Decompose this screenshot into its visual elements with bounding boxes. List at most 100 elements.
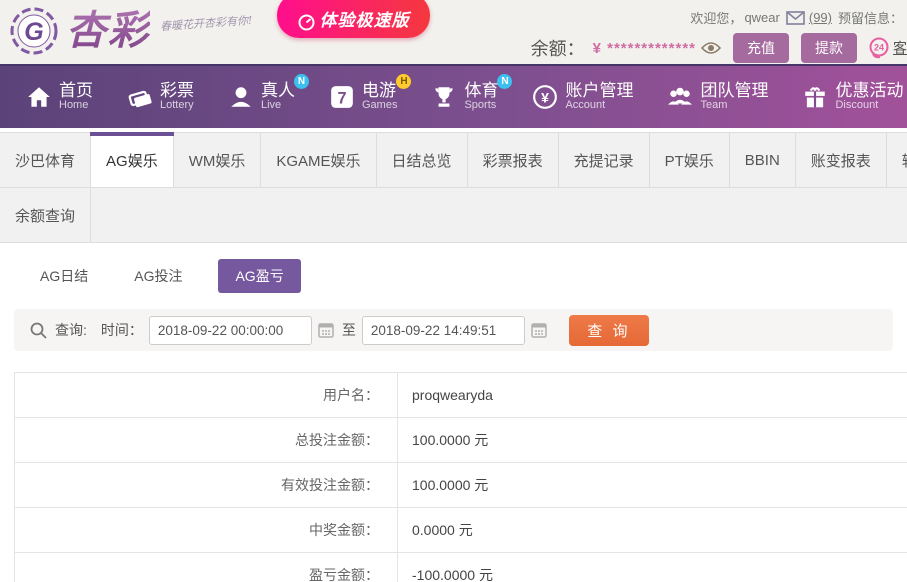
speed-version-badge[interactable]: 体验极速版 xyxy=(277,0,430,38)
nav-item-discount[interactable]: 优惠活动 Discount xyxy=(802,82,903,111)
nav-label-en: Live xyxy=(261,99,282,112)
query-bar: 查询: 时间： 至 查 询 xyxy=(14,309,893,351)
balance-line: 余额： ¥ ************* 充值 提款 24 客 xyxy=(531,33,907,63)
team-people-icon xyxy=(668,87,693,105)
nav-label-zh: 电游 xyxy=(362,81,396,101)
nav-label-en: Games xyxy=(362,99,398,112)
reserved-info-label[interactable]: 预留信息： xyxy=(838,8,903,27)
calendar-icon[interactable] xyxy=(318,322,334,338)
ag-subtabs: AG日结 AG投注 AG盈亏 xyxy=(30,259,907,293)
nav-label-en: Sports xyxy=(464,99,497,112)
table-row: 有效投注金额： 100.0000 元 xyxy=(15,463,907,508)
withdraw-button[interactable]: 提款 xyxy=(801,33,857,63)
nav-label-en: Team xyxy=(700,99,728,112)
profit-report-table: 用户名： proqwearyda 总投注金额： 100.0000 元 有效投注金… xyxy=(14,372,907,582)
row-label: 有效投注金额： xyxy=(15,463,398,507)
speedometer-icon xyxy=(298,14,314,31)
nav-item-home[interactable]: 首页 Home xyxy=(26,82,93,111)
nav-label-zh: 真人 xyxy=(261,81,295,101)
row-label: 用户名： xyxy=(15,373,398,417)
subtab-ag-daily[interactable]: AG日结 xyxy=(30,259,98,293)
svg-text:G: G xyxy=(24,18,43,46)
to-label: 至 xyxy=(341,322,356,338)
nav-item-account[interactable]: ¥ 账户管理 Account xyxy=(532,82,633,111)
welcome-text: 欢迎您， xyxy=(690,11,743,26)
logo-text: 杏彩 xyxy=(66,5,150,57)
logo-tagline: 春暖花开杏彩有你! xyxy=(159,13,253,34)
balance-label: 余额： xyxy=(530,39,585,59)
nav-label-en: Account xyxy=(565,99,606,112)
nav-item-games[interactable]: 7 电游 Games H xyxy=(329,74,412,112)
mail-count-link[interactable]: (99) xyxy=(809,10,832,25)
hot-badge: H xyxy=(396,74,412,90)
logo-flower-icon: G xyxy=(10,7,58,55)
row-label: 中奖金额： xyxy=(15,508,398,552)
svg-text:7: 7 xyxy=(337,89,346,107)
row-value: 0.0000 元 xyxy=(412,522,473,538)
tab-pt[interactable]: PT娱乐 xyxy=(650,133,730,187)
new-badge: N xyxy=(294,74,309,90)
tab-lottery-report[interactable]: 彩票报表 xyxy=(468,133,559,187)
nav-item-lottery[interactable]: 彩票 Lottery xyxy=(127,82,194,111)
tab-balance-query[interactable]: 余额查询 xyxy=(0,188,92,242)
nav-item-team[interactable]: 团队管理 Team xyxy=(667,82,768,111)
query-submit-button[interactable]: 查 询 xyxy=(568,314,649,346)
search-icon xyxy=(30,322,47,339)
nav-label-zh: 优惠活动 xyxy=(835,81,904,101)
new-badge: N xyxy=(497,74,513,90)
nav-label-zh: 团队管理 xyxy=(700,81,769,101)
headset-24-icon: 24 xyxy=(869,37,889,59)
live-dealer-icon xyxy=(231,87,251,107)
nav-label-zh: 首页 xyxy=(59,81,93,101)
table-row: 总投注金额： 100.0000 元 xyxy=(15,418,907,463)
row-label: 盈亏金额： xyxy=(15,553,398,582)
eye-icon[interactable] xyxy=(701,41,721,55)
tab-ag-active[interactable]: AG娱乐 xyxy=(90,132,174,187)
report-tabstrip: 沙巴体育 AG娱乐 WM娱乐 KGAME娱乐 日结总览 彩票报表 充提记录 PT… xyxy=(0,132,907,243)
nav-label-zh: 账户管理 xyxy=(565,81,634,101)
site-logo[interactable]: G 杏彩 春暖花开杏彩有你! xyxy=(8,5,253,57)
nav-label-zh: 体育 xyxy=(464,81,499,101)
tab-account-change[interactable]: 账变报表 xyxy=(796,133,887,187)
tab-wm[interactable]: WM娱乐 xyxy=(174,133,262,187)
row-value: proqwearyda xyxy=(412,387,493,403)
report-tabrow-1: 沙巴体育 AG娱乐 WM娱乐 KGAME娱乐 日结总览 彩票报表 充提记录 PT… xyxy=(0,132,907,188)
speed-badge-label: 体验极速版 xyxy=(319,11,410,30)
time-label: 时间： xyxy=(100,322,143,338)
nav-item-sports[interactable]: 体育 Sports N xyxy=(431,74,513,112)
calendar-icon[interactable] xyxy=(531,322,547,338)
trophy-icon xyxy=(435,87,454,107)
recharge-button[interactable]: 充值 xyxy=(733,33,789,63)
row-label: 总投注金额： xyxy=(15,418,398,462)
header-user-area: 欢迎您， qwear (99) 预留信息： 余额： ¥ ************… xyxy=(477,0,907,64)
row-value: 100.0000 元 xyxy=(412,432,489,448)
tab-shaba-sports[interactable]: 沙巴体育 xyxy=(0,133,92,187)
date-from-input[interactable] xyxy=(148,315,312,345)
nav-label-en: Discount xyxy=(835,99,879,112)
report-tabrow-2: 余额查询 xyxy=(0,188,907,243)
tab-transfer-report[interactable]: 转账报表 xyxy=(887,133,907,187)
gift-icon xyxy=(805,87,826,108)
mail-icon[interactable] xyxy=(786,10,805,25)
service-label: 客 xyxy=(893,40,907,56)
tab-daily-summary[interactable]: 日结总览 xyxy=(377,133,468,187)
customer-service-link[interactable]: 24 客 xyxy=(867,36,907,60)
subtab-ag-bets[interactable]: AG投注 xyxy=(124,259,192,293)
svg-text:24: 24 xyxy=(874,43,884,53)
balance-masked-value: ¥ ************* xyxy=(592,39,696,57)
tab-deposit-withdraw[interactable]: 充提记录 xyxy=(559,133,650,187)
nav-label-en: Lottery xyxy=(160,99,194,112)
welcome-line: 欢迎您， qwear (99) 预留信息： xyxy=(690,8,903,27)
main-nav: 首页 Home 彩票 Lottery 真人 Live N 7 电游 Games H 体育… xyxy=(0,64,907,128)
tab-bbin[interactable]: BBIN xyxy=(730,133,796,187)
slot-seven-icon: 7 xyxy=(331,86,353,108)
yuan-coin-icon: ¥ xyxy=(533,85,558,109)
home-icon xyxy=(28,87,50,107)
subtab-ag-profit-active[interactable]: AG盈亏 xyxy=(218,259,301,293)
query-label: 查询: xyxy=(55,322,87,338)
date-to-input[interactable] xyxy=(361,315,525,345)
tab-kgame[interactable]: KGAME娱乐 xyxy=(261,133,377,187)
nav-item-live[interactable]: 真人 Live N xyxy=(228,74,309,112)
site-header: G 杏彩 春暖花开杏彩有你! 体验极速版 欢迎您， qwear (99) 预留信… xyxy=(0,0,907,64)
svg-text:¥: ¥ xyxy=(542,89,550,105)
